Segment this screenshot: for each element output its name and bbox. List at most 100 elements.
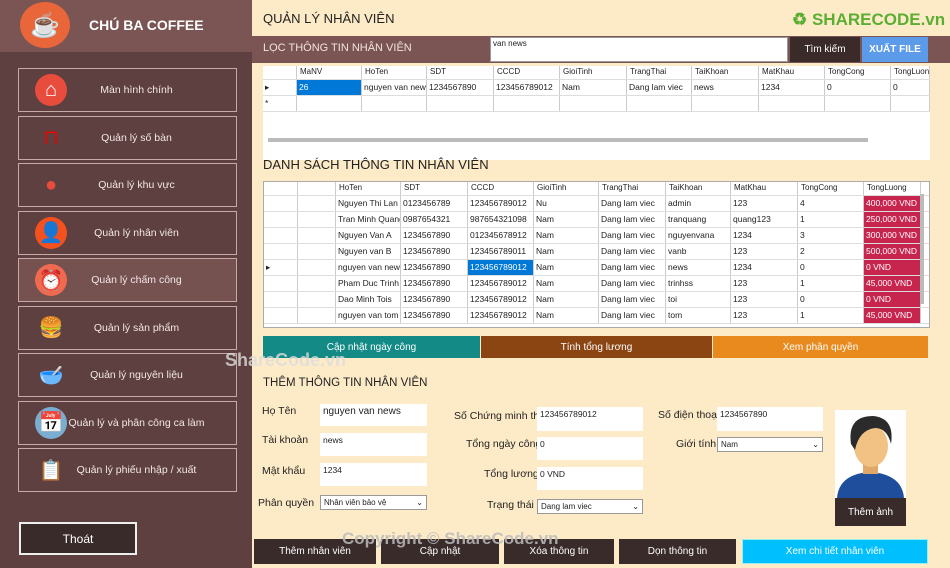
table-cell[interactable]: 45,000 VND (864, 308, 921, 323)
column-header[interactable]: HoTen (362, 66, 427, 79)
sidebar-item-4[interactable]: 👤 Quản lý nhân viên (18, 210, 237, 255)
row-selector[interactable] (264, 212, 298, 227)
table-cell[interactable]: Nguyen van B (336, 244, 401, 259)
table-cell[interactable]: Nam (534, 308, 599, 323)
table-cell[interactable]: nguyen van tom (336, 308, 401, 323)
table-cell[interactable]: 0 VND (864, 260, 921, 275)
table-cell[interactable]: 123 (731, 292, 798, 307)
sidebar-item-1[interactable]: ⌂ Màn hình chính (18, 68, 237, 112)
table-cell[interactable]: 123456789012 (468, 292, 534, 307)
sidebar-item-3[interactable]: ● Quản lý khu vực (18, 163, 237, 207)
table-cell[interactable]: tranquang (666, 212, 731, 227)
column-header[interactable]: HoTen (336, 182, 401, 195)
column-header[interactable]: TrangThai (599, 182, 666, 195)
vertical-scrollbar[interactable] (920, 194, 924, 304)
table-cell[interactable]: Dang lam viec (599, 196, 666, 211)
table-cell[interactable]: 123456789012 (468, 308, 534, 323)
table-cell[interactable]: 1234567890 (427, 80, 494, 95)
table-cell[interactable]: Tran Minh Quang (336, 212, 401, 227)
table-cell[interactable] (759, 96, 825, 111)
table-row[interactable]: nguyen van tom 1234567890 123456789012 Nam D… (264, 308, 929, 324)
table-row[interactable]: ▸ 26 nguyen van news 1234567890 123456789012… (263, 80, 930, 96)
search-input[interactable]: van news (490, 37, 788, 62)
column-header[interactable]: TaiKhoan (692, 66, 759, 79)
table-cell[interactable]: 1234 (731, 228, 798, 243)
table-cell[interactable]: 3 (798, 228, 864, 243)
sidebar-item-2[interactable]: ⊓ Quản lý số bàn (18, 115, 237, 160)
table-cell[interactable]: Dang lam viec (599, 260, 666, 275)
table-cell[interactable]: Nam (534, 292, 599, 307)
table-cell[interactable] (298, 244, 336, 259)
table-row[interactable]: Nguyen Thi Lan 0123456789 123456789012 Nu Da… (264, 196, 929, 212)
row-selector[interactable] (264, 196, 298, 211)
table-cell[interactable] (692, 96, 759, 111)
new-row-marker[interactable]: * (263, 96, 297, 111)
table-row[interactable]: Nguyen Van A 1234567890 012345678912 Nam Dan… (264, 228, 929, 244)
table-cell[interactable] (297, 96, 362, 111)
table-cell[interactable]: nguyen van news (336, 260, 401, 275)
table-cell[interactable]: 1234567890 (401, 228, 468, 243)
hoten-input[interactable]: nguyen van news (320, 404, 427, 426)
luong-input[interactable]: 0 VND (537, 467, 643, 490)
table-cell[interactable] (427, 96, 494, 111)
table-cell[interactable]: 123456789012 (468, 196, 534, 211)
table-cell[interactable]: Nguyen Van A (336, 228, 401, 243)
row-selector[interactable]: ▸ (263, 80, 297, 95)
row-selector[interactable] (264, 308, 298, 323)
table-cell[interactable]: 1234567890 (401, 260, 468, 275)
table-cell[interactable]: Nam (534, 228, 599, 243)
table-cell[interactable]: 0 (825, 80, 891, 95)
table-cell[interactable]: 1234 (731, 260, 798, 275)
table-cell[interactable] (298, 276, 336, 291)
table-cell[interactable] (298, 196, 336, 211)
table-cell[interactable]: 0 (798, 292, 864, 307)
table-cell[interactable]: 0 (891, 80, 930, 95)
table-cell[interactable]: 123 (731, 196, 798, 211)
table-cell[interactable]: 300,000 VND (864, 228, 921, 243)
table-cell[interactable] (560, 96, 627, 111)
table-cell[interactable]: Dang lam viec (599, 244, 666, 259)
table-cell[interactable]: 500,000 VND (864, 244, 921, 259)
column-header[interactable]: CCCD (494, 66, 560, 79)
table-cell[interactable]: 1234567890 (401, 308, 468, 323)
row-selector[interactable] (264, 276, 298, 291)
trangthai-select[interactable]: Dang lam viec ⌄ (537, 499, 643, 514)
table-cell[interactable]: news (692, 80, 759, 95)
table-cell[interactable] (298, 260, 336, 275)
column-header[interactable]: TongLuon (891, 66, 930, 79)
table-cell[interactable]: Dang lam viec (599, 276, 666, 291)
table-cell[interactable]: 400,000 VND (864, 196, 921, 211)
column-header[interactable]: GioiTinh (534, 182, 599, 195)
table-row[interactable]: Pham Duc Trinh 1234567890 123456789012 Nam D… (264, 276, 929, 292)
column-header[interactable]: TongLuong (864, 182, 921, 195)
row-selector[interactable]: ▸ (264, 260, 298, 275)
row-header[interactable] (263, 66, 297, 79)
table-cell[interactable]: Nam (534, 260, 599, 275)
table-cell[interactable]: 1234567890 (401, 276, 468, 291)
table-cell[interactable] (298, 228, 336, 243)
table-cell[interactable]: 123456789012 (468, 276, 534, 291)
cmt-input[interactable]: 123456789012 (537, 407, 643, 431)
sdt-input[interactable]: 1234567890 (717, 407, 823, 431)
column-header[interactable]: GioiTinh (560, 66, 627, 79)
table-cell[interactable]: Dao Minh Tois (336, 292, 401, 307)
table-cell[interactable]: news (666, 260, 731, 275)
table-cell[interactable] (627, 96, 692, 111)
table-row[interactable]: Nguyen van B 1234567890 123456789011 Nam Dan… (264, 244, 929, 260)
table-cell[interactable]: 0 (798, 260, 864, 275)
table-cell[interactable]: toi (666, 292, 731, 307)
table-cell[interactable]: Pham Duc Trinh (336, 276, 401, 291)
table-cell[interactable]: 0 VND (864, 292, 921, 307)
exit-button[interactable]: Thoát (19, 522, 137, 555)
table-cell[interactable] (298, 212, 336, 227)
table-cell[interactable] (494, 96, 560, 111)
table-cell[interactable]: vanb (666, 244, 731, 259)
sidebar-item-7[interactable]: 🥣 Quản lý nguyên liệu (18, 353, 237, 397)
taikhoan-input[interactable]: news (320, 433, 427, 456)
new-row[interactable]: * (263, 96, 930, 112)
table-cell[interactable]: 1 (798, 276, 864, 291)
column-header[interactable]: TongCong (825, 66, 891, 79)
table-row[interactable]: Tran Minh Quang 0987654321 987654321098 Nam… (264, 212, 929, 228)
horizontal-scrollbar[interactable] (268, 138, 868, 142)
table-cell[interactable]: 012345678912 (468, 228, 534, 243)
